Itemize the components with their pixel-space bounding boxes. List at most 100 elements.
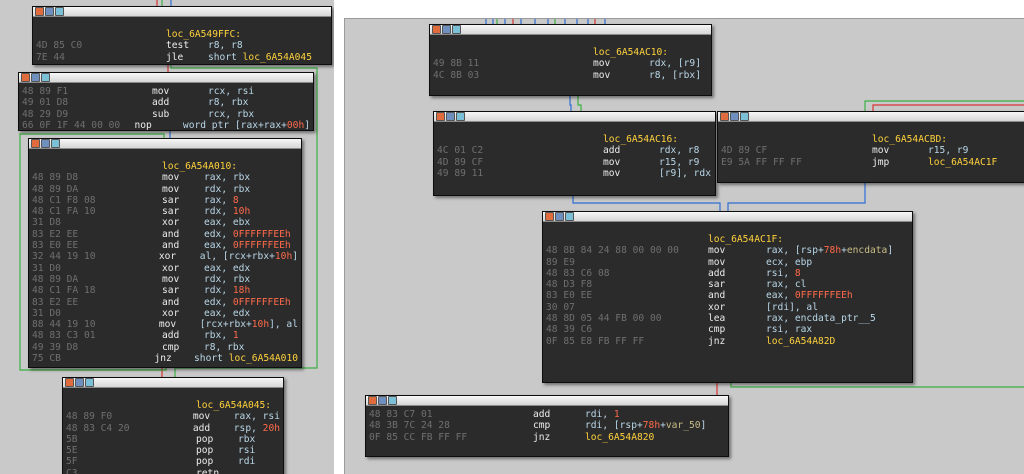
instruction-line[interactable]: 83 E0 EE and eax, 0FFFFFFEEh	[32, 240, 298, 251]
run-icon[interactable]	[388, 396, 397, 405]
node-titlebar[interactable]	[19, 73, 313, 83]
instruction-line[interactable]: 48 39 C6 cmp rsi, rax	[546, 324, 909, 335]
run-icon[interactable]	[55, 7, 64, 16]
instruction-line[interactable]: 48 83 C3 01 add rbx, 1	[32, 330, 298, 341]
node-titlebar[interactable]	[366, 396, 728, 406]
node-titlebar[interactable]	[430, 25, 711, 35]
instruction-line[interactable]: 66 0F 1F 44 00 00 nop word ptr [rax+rax+00…	[22, 120, 310, 131]
run-icon[interactable]	[41, 73, 50, 82]
instruction-line[interactable]: E9 5A FF FF FF jmp loc_6A54AC1F	[721, 157, 1021, 168]
instruction-line[interactable]: 49 8B 11 mov rdx, [r9]	[433, 58, 708, 69]
instruction-line[interactable]: 48 89 DA mov rdx, rbx	[32, 274, 298, 285]
instruction-line[interactable]: 4D 85 C0 test r8, r8	[36, 40, 328, 51]
jump-target-link[interactable]: loc_6A54A010	[229, 353, 298, 364]
cfg-icon[interactable]	[75, 378, 84, 387]
cfg-icon[interactable]	[555, 212, 564, 221]
jump-target-link[interactable]: loc_6A54AC1F	[928, 157, 997, 168]
cfg-icon[interactable]	[442, 25, 451, 34]
instruction-line[interactable]: 49 39 D8 cmp r8, rbx	[32, 342, 298, 353]
instruction-line[interactable]: 48 C1 FA 18 sar rdx, 18h	[32, 285, 298, 296]
instruction-line[interactable]: C3 retn	[66, 468, 280, 474]
instruction-line[interactable]: 5F pop rdi	[66, 456, 280, 467]
code-block[interactable]: loc_6A549FFC: 4D 85 C0 test r8, r8 7E 44 jle s…	[32, 6, 332, 65]
jump-target-link[interactable]: loc_6A54A82D	[766, 336, 835, 347]
graph-icon[interactable]	[21, 73, 30, 82]
instruction-line[interactable]: 89 E9 mov ecx, ebp	[546, 257, 909, 268]
instruction-line[interactable]: 4C 01 C2 add rdx, r8	[437, 145, 712, 156]
node-titlebar[interactable]	[718, 112, 1024, 122]
run-icon[interactable]	[85, 378, 94, 387]
instruction-line[interactable]: 31 D8 xor eax, ebx	[32, 217, 298, 228]
node-titlebar[interactable]	[63, 378, 283, 388]
graph-icon[interactable]	[720, 112, 729, 121]
graph-icon[interactable]	[432, 25, 441, 34]
cfg-icon[interactable]	[31, 73, 40, 82]
run-icon[interactable]	[51, 139, 60, 148]
code-block[interactable]: loc_6A54AC16: 4C 01 C2 add rdx, r8 4D 89 CF m…	[433, 111, 716, 196]
instruction-line[interactable]: 48 8B 84 24 88 00 00 00 mov rax, [rsp+78h+…	[546, 245, 909, 256]
code-block[interactable]: loc_6A54ACBD: 4D 89 CF mov r15, r9 E9 5A FF …	[717, 111, 1024, 183]
block-label[interactable]: loc_6A54A045:	[196, 400, 271, 411]
code-block[interactable]: loc_6A54AC1F: 48 8B 84 24 88 00 00 00 mov r…	[542, 211, 913, 383]
code-block[interactable]: 48 89 F1 mov rcx, rsi 49 01 D8 add r8, rbx 48 …	[18, 72, 314, 131]
instruction-line[interactable]: 48 8D 05 44 FB 00 00 lea rax, encdata_ptr_…	[546, 313, 909, 324]
node-titlebar[interactable]	[33, 7, 331, 17]
instruction-line[interactable]: 48 D3 F8 sar rax, cl	[546, 279, 909, 290]
instruction-line[interactable]: 83 E2 EE and edx, 0FFFFFFEEh	[32, 297, 298, 308]
graph-icon[interactable]	[545, 212, 554, 221]
graph-icon[interactable]	[368, 396, 377, 405]
block-label[interactable]: loc_6A549FFC:	[166, 29, 241, 40]
instruction-line[interactable]: 48 C1 FA 10 sar rdx, 10h	[32, 206, 298, 217]
node-titlebar[interactable]	[543, 212, 912, 222]
run-icon[interactable]	[456, 112, 465, 121]
cfg-icon[interactable]	[730, 112, 739, 121]
instruction-line[interactable]: 0F 85 CC FB FF FF jnz loc_6A54A820	[369, 432, 725, 443]
instruction-line[interactable]: 75 CB jnz short loc_6A54A010	[32, 353, 298, 364]
left-graph-view[interactable]: loc_6A549FFC: 4D 85 C0 test r8, r8 7E 44 jle s…	[0, 0, 334, 474]
node-titlebar[interactable]	[434, 112, 715, 122]
instruction-line[interactable]: 5B pop rbx	[66, 434, 280, 445]
instruction-line[interactable]: 48 83 C4 20 add rsp, 20h	[66, 423, 280, 434]
instruction-line[interactable]: 48 29 D9 sub rcx, rbx	[22, 109, 310, 120]
instruction-line[interactable]: 49 89 11 mov [r9], rdx	[437, 168, 712, 179]
code-block[interactable]: 48 83 C7 01 add rdi, 1 48 3B 7C 24 28 cmp rdi…	[365, 395, 729, 457]
instruction-line[interactable]: 49 01 D8 add r8, rbx	[22, 97, 310, 108]
instruction-line[interactable]: 48 89 F1 mov rcx, rsi	[22, 86, 310, 97]
cfg-icon[interactable]	[45, 7, 54, 16]
instruction-line[interactable]: 31 D0 xor eax, edx	[32, 308, 298, 319]
block-label[interactable]: loc_6A54ACBD:	[872, 134, 947, 145]
instruction-line[interactable]: 30 07 xor [rdi], al	[546, 302, 909, 313]
right-graph-view[interactable]: loc_6A54AC10: 49 8B 11 mov rdx, [r9] 4C 8B 0…	[344, 18, 1024, 474]
graph-icon[interactable]	[31, 139, 40, 148]
instruction-line[interactable]: 48 89 DA mov rdx, rbx	[32, 184, 298, 195]
instruction-line[interactable]: 48 89 D8 mov rax, rbx	[32, 172, 298, 183]
node-titlebar[interactable]	[29, 139, 301, 149]
block-label[interactable]: loc_6A54A010:	[162, 161, 237, 172]
instruction-line[interactable]: 88 44 19 10 mov [rcx+rbx+10h], al	[32, 319, 298, 330]
instruction-line[interactable]: 48 3B 7C 24 28 cmp rdi, [rsp+78h+var_50]	[369, 420, 725, 431]
graph-icon[interactable]	[436, 112, 445, 121]
instruction-line[interactable]: 31 D0 xor eax, edx	[32, 263, 298, 274]
graph-icon[interactable]	[35, 7, 44, 16]
code-block[interactable]: loc_6A54A045: 48 89 F0 mov rax, rsi 48 83 C4…	[62, 377, 284, 474]
code-block[interactable]: loc_6A54AC10: 49 8B 11 mov rdx, [r9] 4C 8B 0…	[429, 24, 712, 96]
cfg-icon[interactable]	[446, 112, 455, 121]
code-block[interactable]: loc_6A54A010: 48 89 D8 mov rax, rbx 48 89 DA…	[28, 138, 302, 368]
instruction-line[interactable]: 83 E2 EE and edx, 0FFFFFFEEh	[32, 229, 298, 240]
instruction-line[interactable]: 7E 44 jle short loc_6A54A045	[36, 52, 328, 63]
run-icon[interactable]	[740, 112, 749, 121]
run-icon[interactable]	[565, 212, 574, 221]
block-label[interactable]: loc_6A54AC1F:	[708, 234, 783, 245]
cfg-icon[interactable]	[41, 139, 50, 148]
instruction-line[interactable]: 5E pop rsi	[66, 445, 280, 456]
graph-icon[interactable]	[65, 378, 74, 387]
run-icon[interactable]	[452, 25, 461, 34]
instruction-line[interactable]: 4D 89 CF mov r15, r9	[721, 145, 1021, 156]
instruction-line[interactable]: 48 83 C6 08 add rsi, 8	[546, 268, 909, 279]
jump-target-link[interactable]: loc_6A54A045	[243, 52, 312, 63]
instruction-line[interactable]: 83 E0 EE and eax, 0FFFFFFEEh	[546, 290, 909, 301]
instruction-line[interactable]: 48 83 C7 01 add rdi, 1	[369, 409, 725, 420]
block-label[interactable]: loc_6A54AC10:	[593, 47, 668, 58]
instruction-line[interactable]: 32 44 19 10 xor al, [rcx+rbx+10h]	[32, 251, 298, 262]
cfg-icon[interactable]	[378, 396, 387, 405]
